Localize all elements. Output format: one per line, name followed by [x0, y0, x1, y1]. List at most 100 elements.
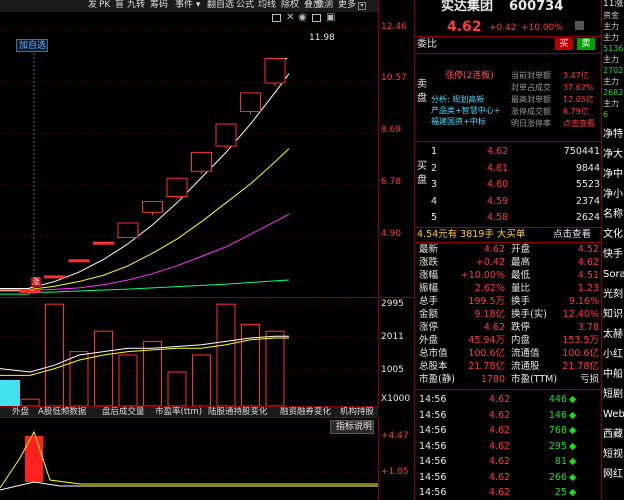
- toolbar-item-watchlist[interactable]: 翻自选: [207, 0, 234, 11]
- quote-row: 市盈(静) 1780 市盈(TTM) 亏损: [419, 374, 602, 386]
- volume-bar[interactable]: [216, 303, 236, 406]
- quote-label: 换手: [511, 296, 531, 307]
- bid-row[interactable]: 1 4.62 750441: [431, 146, 600, 158]
- quote-panel: 实达集团 600734 4.62 +0.42 +10.00% 委比 买 卖 卖 …: [414, 0, 602, 500]
- toolbar-item-chouma[interactable]: 筹码: [150, 0, 168, 11]
- side-concept-item[interactable]: 净小: [603, 190, 623, 200]
- divider: [415, 227, 602, 228]
- price-tick: 4.90: [381, 229, 402, 239]
- volume-chart[interactable]: [0, 298, 378, 406]
- quote-label: 金额: [419, 309, 439, 320]
- side-concept-item[interactable]: 名称: [603, 210, 623, 220]
- tab-pe-ttm[interactable]: 市盈率(ttm): [155, 407, 202, 418]
- candle-body[interactable]: [93, 241, 114, 245]
- analysis-text: 分析: 规划高新: [431, 95, 485, 104]
- indicator-chart[interactable]: [0, 418, 378, 500]
- price-tick: 10.57: [381, 73, 407, 83]
- buy-button[interactable]: 买: [555, 38, 573, 50]
- volume-bar[interactable]: [265, 330, 285, 406]
- bid-row[interactable]: 5 4.58 2624: [431, 212, 600, 224]
- side-concept-item[interactable]: Sora: [603, 270, 624, 280]
- window-icon[interactable]: [272, 14, 281, 22]
- dropdown-arrow-icon[interactable]: ▾: [358, 2, 366, 10]
- toolbar-item-more[interactable]: 更多: [338, 0, 356, 11]
- candle-body[interactable]: [215, 123, 237, 147]
- side-concept-item[interactable]: 小红: [603, 350, 623, 360]
- tick-row: 14:56 4.62 81 ◆: [419, 456, 602, 468]
- side-concept-item[interactable]: Web: [603, 410, 624, 420]
- price-chart[interactable]: [0, 25, 378, 297]
- candle-body[interactable]: [166, 177, 188, 197]
- volume-bar-prev[interactable]: [0, 380, 20, 406]
- big-order-text: 4.54元有 3819手 大买单: [417, 229, 526, 240]
- down-arrow-icon: ◆: [569, 456, 577, 467]
- side-concept-item[interactable]: 光刻: [603, 290, 623, 300]
- side-concept-item[interactable]: 网红: [603, 470, 623, 480]
- close-icon[interactable]: ✕: [286, 12, 294, 24]
- buy-label: 买: [559, 39, 569, 49]
- sell-button[interactable]: 卖: [577, 38, 595, 50]
- stat-value[interactable]: 点击查看: [563, 120, 595, 128]
- toolbar-item-mang[interactable]: 盲: [115, 0, 124, 11]
- side-concept-item[interactable]: 净特: [603, 130, 623, 140]
- quote-row: 振幅 2.62% 量比 1.23: [419, 283, 602, 295]
- volume-bar[interactable]: [94, 330, 113, 406]
- toolbar-item-events[interactable]: 事件 ▾: [175, 0, 200, 11]
- side-concept-item[interactable]: 短视: [603, 450, 623, 460]
- bid-row[interactable]: 4 4.59 2374: [431, 196, 600, 208]
- side-concept-item[interactable]: 知识: [603, 310, 623, 320]
- price-axis: 12.46 10.57 8.69 6.78 4.90: [378, 0, 414, 297]
- side-concept-item[interactable]: 短剧: [603, 390, 623, 400]
- volume-bar[interactable]: [118, 354, 138, 406]
- side-concept-item[interactable]: 西藏: [603, 430, 623, 440]
- toolbar-item-forecast[interactable]: 预测: [315, 0, 333, 11]
- tab-a-share-data[interactable]: A股低频数据: [38, 407, 86, 418]
- tab-northbound-holdings[interactable]: 陆股通持股变化: [208, 407, 268, 418]
- toolbar-item-exright[interactable]: 除权: [281, 0, 299, 11]
- eye-icon[interactable]: ◉: [298, 12, 307, 24]
- candle-body[interactable]: [117, 222, 139, 238]
- toolbar-item-ma[interactable]: 均线: [258, 0, 276, 11]
- side-concept-item[interactable]: 太赫: [603, 330, 623, 340]
- side-concept-item[interactable]: 中船: [603, 370, 623, 380]
- arrow-icon[interactable]: ▣: [326, 12, 335, 24]
- toolbar-item-jiuzhuan[interactable]: 九转: [127, 0, 145, 11]
- tick-price: 4.62: [489, 409, 511, 421]
- stat-value: 37.62%: [563, 83, 594, 92]
- toolbar-item-formula[interactable]: 公式: [236, 0, 254, 11]
- side-concept-item[interactable]: 净中: [603, 170, 623, 180]
- candle-body[interactable]: [44, 275, 65, 279]
- big-order-link[interactable]: 点击查看: [553, 230, 591, 240]
- bid-row[interactable]: 2 4.61 9844: [431, 163, 600, 175]
- price-change: +0.42: [489, 23, 517, 33]
- quote-label: 跌停: [511, 322, 531, 333]
- tab-outer-volume[interactable]: 外盘: [12, 407, 29, 418]
- tab-institution-holdings[interactable]: 机构持股数: [340, 407, 378, 418]
- tab-after-hours-volume[interactable]: 盘后成交量: [102, 407, 145, 418]
- save-icon[interactable]: [312, 14, 321, 22]
- side-concept-item[interactable]: 快手: [603, 250, 623, 260]
- candle-body[interactable]: [68, 259, 90, 263]
- tick-time: 14:56: [419, 425, 447, 436]
- toolbar-item-pk[interactable]: PK: [99, 0, 110, 11]
- candle-body[interactable]: [240, 92, 261, 112]
- volume-bar[interactable]: [45, 303, 64, 406]
- candle-body[interactable]: [191, 151, 212, 172]
- candle-body[interactable]: [264, 58, 286, 84]
- volume-bar[interactable]: [20, 398, 40, 406]
- quote-label: 开盘: [511, 244, 531, 255]
- add-watchlist-button[interactable]: 加自选: [16, 39, 48, 52]
- volume-bar[interactable]: [143, 340, 162, 406]
- toolbar-item-fa[interactable]: 发: [88, 0, 97, 11]
- limit-stats: 当前封单额 3.47亿 封单占成交 37.62% 最高封单额 12.05亿 涨停…: [511, 72, 601, 132]
- bid-row[interactable]: 3 4.60 5523: [431, 179, 600, 191]
- volume-bar[interactable]: [192, 354, 211, 406]
- side-concept-item[interactable]: 净大: [603, 150, 623, 160]
- tab-margin-change[interactable]: 融资融券变化: [280, 407, 331, 418]
- divider: [415, 53, 602, 54]
- side-concept-item[interactable]: 文化: [603, 230, 623, 240]
- settings-icon[interactable]: [575, 21, 584, 30]
- candle-body[interactable]: [142, 201, 163, 213]
- candle-body[interactable]: [19, 289, 41, 293]
- volume-bar[interactable]: [167, 371, 187, 406]
